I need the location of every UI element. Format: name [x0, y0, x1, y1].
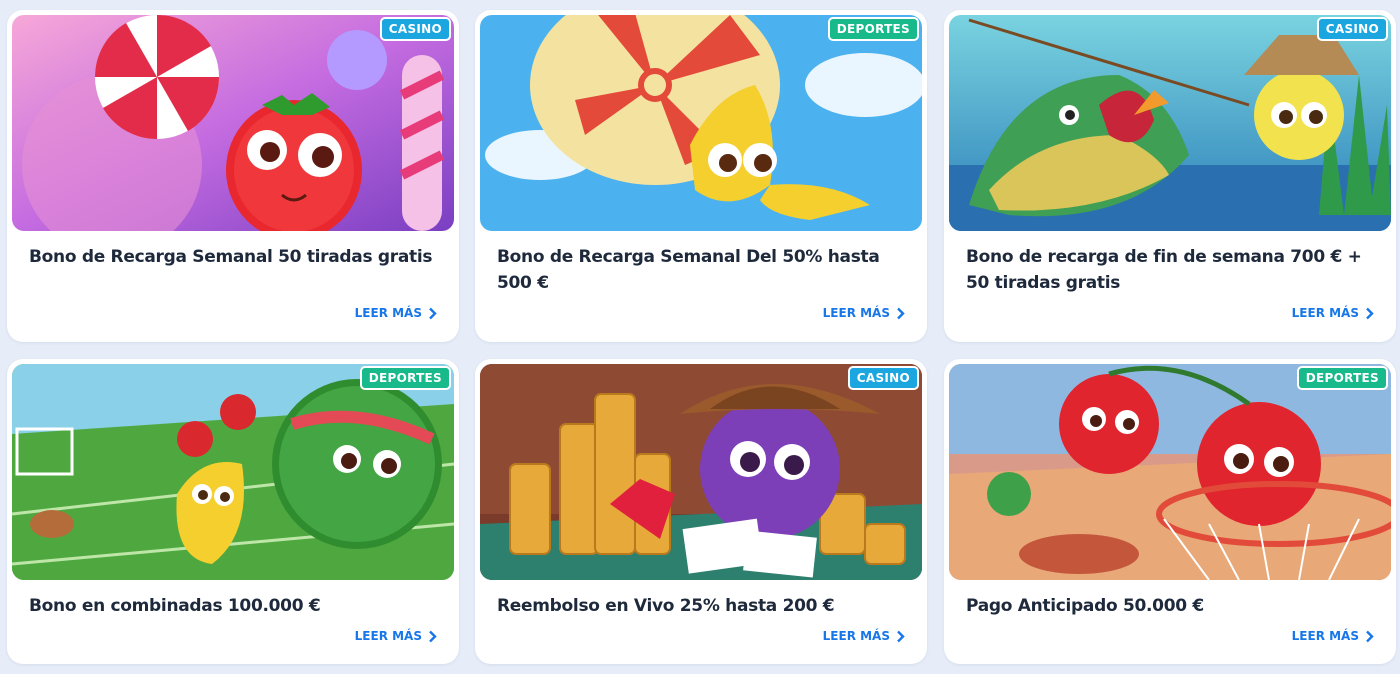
promo-image-parachute-banana[interactable]	[480, 15, 922, 231]
read-more-link[interactable]: LEER MÁS	[355, 306, 437, 320]
promo-title: Reembolso en Vivo 25% hasta 200 €	[497, 596, 835, 616]
promotions-grid: CASINO Bono de Recarga Semanal 50 tirada…	[0, 0, 1400, 674]
chevron-right-icon	[1366, 630, 1374, 642]
promo-card-live-cashback[interactable]: CASINO Reembolso en Vivo 25% hasta 200 €…	[475, 359, 927, 664]
category-badge-casino: CASINO	[1316, 17, 1388, 41]
promo-card-combo-bets[interactable]: DEPORTES Bono en combinadas 100.000 € LE…	[7, 359, 459, 664]
promo-image-candy-strawberry[interactable]	[12, 15, 454, 231]
chevron-right-icon	[897, 307, 905, 319]
category-badge-deportes: DEPORTES	[827, 17, 919, 41]
promo-image-soccer-watermelon[interactable]	[12, 364, 454, 580]
category-badge-casino: CASINO	[847, 366, 919, 390]
promo-card-weekend-reload[interactable]: CASINO Bono de recarga de fin de semana …	[944, 10, 1396, 342]
read-more-link[interactable]: LEER MÁS	[1292, 629, 1374, 643]
chevron-right-icon	[429, 307, 437, 319]
read-more-label: LEER MÁS	[1291, 306, 1359, 320]
read-more-label: LEER MÁS	[354, 306, 422, 320]
promo-title: Bono en combinadas 100.000 €	[29, 596, 321, 616]
promo-card-weekly-reload-50[interactable]: DEPORTES Bono de Recarga Semanal Del 50%…	[475, 10, 927, 342]
read-more-label: LEER MÁS	[354, 629, 422, 643]
chevron-right-icon	[897, 630, 905, 642]
promo-image-fishing-lemon[interactable]	[949, 15, 1391, 231]
chevron-right-icon	[1366, 307, 1374, 319]
promo-image-basketball-cherries[interactable]	[949, 364, 1391, 580]
promo-card-early-payout[interactable]: DEPORTES Pago Anticipado 50.000 € LEER M…	[944, 359, 1396, 664]
read-more-label: LEER MÁS	[822, 629, 890, 643]
read-more-link[interactable]: LEER MÁS	[823, 306, 905, 320]
promo-title: Bono de Recarga Semanal 50 tiradas grati…	[29, 247, 433, 267]
promo-title: Bono de Recarga Semanal Del 50% hasta 50…	[497, 247, 880, 293]
category-badge-deportes: DEPORTES	[359, 366, 451, 390]
promo-image-grape-coins[interactable]	[480, 364, 922, 580]
read-more-link[interactable]: LEER MÁS	[1292, 306, 1374, 320]
category-badge-deportes: DEPORTES	[1296, 366, 1388, 390]
promo-card-weekly-reload-spins[interactable]: CASINO Bono de Recarga Semanal 50 tirada…	[7, 10, 459, 342]
promo-title: Bono de recarga de fin de semana 700 € +…	[966, 247, 1362, 293]
read-more-label: LEER MÁS	[822, 306, 890, 320]
read-more-link[interactable]: LEER MÁS	[823, 629, 905, 643]
read-more-link[interactable]: LEER MÁS	[355, 629, 437, 643]
category-badge-casino: CASINO	[379, 17, 451, 41]
read-more-label: LEER MÁS	[1291, 629, 1359, 643]
chevron-right-icon	[429, 630, 437, 642]
promo-title: Pago Anticipado 50.000 €	[966, 596, 1204, 616]
